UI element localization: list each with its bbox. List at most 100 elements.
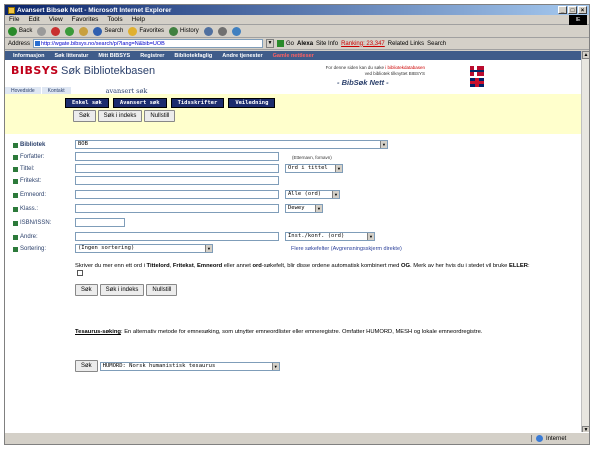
bottom-action-row: Søk Søk i indeks Nullstill [75,284,178,296]
maximize-button[interactable]: □ [568,6,577,14]
library-select[interactable]: BOB ▼ [75,140,388,149]
edit-icon [231,26,241,36]
back-arrow-icon [8,26,17,36]
close-button[interactable]: × [578,6,587,14]
field-marker-icon [13,154,18,160]
mode-avansert-sok[interactable]: Avansert søk [112,98,167,108]
menu-edit[interactable]: Edit [28,16,39,23]
nav-sok-litteratur[interactable]: Søk litteratur [54,53,88,59]
scroll-up-icon[interactable]: ▲ [582,51,589,59]
go-arrow-icon [277,40,285,47]
address-input[interactable]: http://wgate.bibsys.no/search/pi?lang=N&… [33,39,264,48]
more-fields-link[interactable]: Flere søkefelter (Avgrensningsskjerm dir… [291,246,402,252]
alexa-button[interactable]: Alexa [297,41,313,47]
title-type-select[interactable]: Ord i tittel ▼ [285,164,343,173]
minimize-button[interactable]: _ [558,6,567,14]
nav-registrer[interactable]: Registrer [140,53,164,59]
ie-icon [8,6,15,14]
nav-bibliotekfaglig[interactable]: Bibliotekfaglig [174,53,212,59]
chevron-down-icon: ▼ [335,165,342,172]
class-row: Klass.: [13,204,38,214]
go-button[interactable]: Go [277,40,294,47]
isbn-input[interactable] [75,218,125,227]
address-dropdown[interactable]: ▼ [266,39,275,48]
print-icon [217,26,227,36]
refresh-button[interactable] [65,26,75,36]
top-action-row: Søk Søk i indeks Nullstill [73,110,176,122]
search-button[interactable]: Search [93,26,123,36]
sort-select[interactable]: (Ingen sortering) ▼ [75,244,213,253]
subject-input[interactable] [75,190,279,199]
class-input[interactable] [75,204,279,213]
menu-tools[interactable]: Tools [107,16,122,23]
print-button[interactable] [217,26,227,36]
related-links-button[interactable]: Related Links [388,41,424,47]
ranking-link[interactable]: Ranking: 23,347 [341,41,385,47]
subject-type-select[interactable]: Alle (ord) ▼ [285,190,340,199]
reset-button-top[interactable]: Nullstill [144,110,176,122]
stop-button[interactable] [51,26,61,36]
site-info-button[interactable]: Site Info [316,41,338,47]
tesaurus-link[interactable]: Tesaurus-søking [75,329,121,335]
menu-help[interactable]: Help [132,16,145,23]
favorites-button[interactable]: Favorites [128,26,164,36]
subject-row: Emneord: [13,190,46,200]
home-button[interactable] [79,26,89,36]
title-row: Tittel: [13,164,34,174]
other-input[interactable] [75,232,279,241]
mode-veiledning[interactable]: Veiledning [228,98,276,108]
star-icon [128,26,138,36]
stop-icon [51,26,61,36]
mail-button[interactable] [203,26,213,36]
history-icon [169,26,179,36]
title-input[interactable] [75,164,279,173]
menu-file[interactable]: File [9,16,19,23]
menu-favorites[interactable]: Favorites [72,16,99,23]
tesaurus-search-button[interactable]: Søk [75,360,98,372]
security-zone: Internet [531,435,589,442]
field-marker-icon [13,220,18,226]
field-marker-icon [13,192,18,198]
field-marker-icon [13,246,18,252]
reset-button-bottom[interactable]: Nullstill [146,284,178,296]
author-hint: (Etternavn, fornavn) [292,155,332,160]
or-checkbox[interactable] [77,270,83,277]
nav-informasjon[interactable]: Informasjon [13,53,44,59]
refresh-icon [65,26,75,36]
sort-row: Sortering: [13,244,46,254]
nav-mitt-bibsys[interactable]: Mitt BIBSYS [98,53,130,59]
norwegian-flag-icon[interactable] [470,66,484,76]
tesaurus-note: Tesaurus-søking: En alternativ metode fo… [75,329,483,335]
search-index-button-top[interactable]: Søk i indeks [97,110,143,122]
search-form: Bibliotek BOB ▼ Forfatter: (Etternavn, fo… [5,134,583,372]
combine-note: Skriver du mer enn ett ord i Tittelord, … [75,262,535,278]
nav-gamle-nettleser[interactable]: Gamle nettleser [273,53,314,59]
history-button[interactable]: History [169,26,199,36]
class-type-select[interactable]: Dewey ▼ [285,204,323,213]
edit-button[interactable] [231,26,241,36]
search-button-top[interactable]: Søk [73,110,96,122]
vertical-scrollbar[interactable]: ▲ ▼ [581,51,589,434]
search-button-bottom[interactable]: Søk [75,284,98,296]
english-flag-icon[interactable] [470,78,484,87]
forward-button[interactable] [37,26,47,36]
nav-andre-tjenester[interactable]: Andre tjenester [222,53,262,59]
tesaurus-select[interactable]: HUMORD: Norsk humanistisk tesaurus ▼ [99,361,280,371]
database-link[interactable]: i bibliotekdatabasen [385,65,425,70]
search-mode-panel: Enkel søk Avansert søk Tidsskrifter Veil… [5,94,583,134]
isbn-row: ISBN/ISSN: [13,218,51,228]
back-button[interactable]: Back [8,26,32,36]
toolbar-search-button[interactable]: Search [427,41,446,47]
freetext-input[interactable] [75,176,279,185]
window-controls: _ □ × [558,6,587,14]
brand-name: - BibSøk Nett - [337,78,389,87]
menu-view[interactable]: View [49,16,63,23]
search-index-button-bottom[interactable]: Søk i indeks [99,284,145,296]
globe-icon [536,435,543,442]
mode-tidsskrifter[interactable]: Tidsskrifter [170,98,225,108]
bibsys-logo: BIBSYS [11,64,59,77]
field-marker-icon [13,234,18,240]
mode-enkel-sok[interactable]: Enkel søk [65,98,109,108]
other-type-select[interactable]: Inst./konf. (ord) ▼ [285,232,375,241]
author-input[interactable] [75,152,279,161]
